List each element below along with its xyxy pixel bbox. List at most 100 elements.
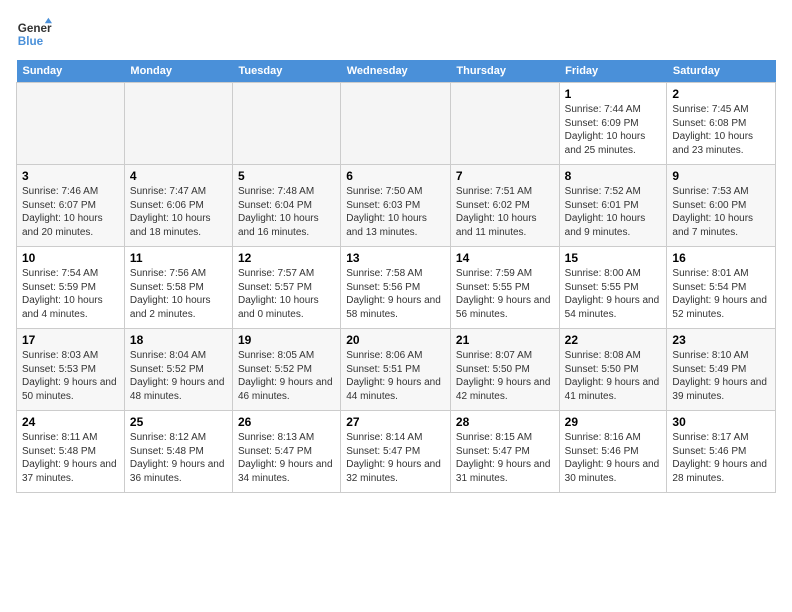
day-info: Sunrise: 7:58 AMSunset: 5:56 PMDaylight:… bbox=[346, 267, 445, 321]
day-number: 28 bbox=[456, 415, 554, 429]
calendar-day bbox=[233, 83, 341, 165]
day-info: Sunrise: 7:56 AMSunset: 5:58 PMDaylight:… bbox=[130, 267, 227, 321]
day-number: 6 bbox=[346, 169, 445, 183]
day-info: Sunrise: 8:13 AMSunset: 5:47 PMDaylight:… bbox=[238, 431, 335, 485]
calendar-day: 9 Sunrise: 7:53 AMSunset: 6:00 PMDaylight… bbox=[667, 165, 776, 247]
day-number: 18 bbox=[130, 333, 227, 347]
logo: General Blue bbox=[16, 16, 52, 52]
calendar-day: 16 Sunrise: 8:01 AMSunset: 5:54 PMDayligh… bbox=[667, 247, 776, 329]
weekday-header-monday: Monday bbox=[124, 60, 232, 83]
calendar-day: 25 Sunrise: 8:12 AMSunset: 5:48 PMDayligh… bbox=[124, 411, 232, 493]
weekday-header-sunday: Sunday bbox=[17, 60, 125, 83]
calendar-week-5: 24Sunrise: 8:11 AMSunset: 5:48 PMDayligh… bbox=[17, 411, 776, 493]
calendar-day: 21 Sunrise: 8:07 AMSunset: 5:50 PMDayligh… bbox=[450, 329, 559, 411]
day-number: 17 bbox=[22, 333, 119, 347]
calendar-table: SundayMondayTuesdayWednesdayThursdayFrid… bbox=[16, 60, 776, 493]
day-info: Sunrise: 7:48 AMSunset: 6:04 PMDaylight:… bbox=[238, 185, 335, 239]
day-info: Sunrise: 7:59 AMSunset: 5:55 PMDaylight:… bbox=[456, 267, 554, 321]
day-number: 27 bbox=[346, 415, 445, 429]
header: General Blue bbox=[16, 16, 776, 52]
day-number: 24 bbox=[22, 415, 119, 429]
day-info: Sunrise: 7:51 AMSunset: 6:02 PMDaylight:… bbox=[456, 185, 554, 239]
calendar-day: 30 Sunrise: 8:17 AMSunset: 5:46 PMDayligh… bbox=[667, 411, 776, 493]
calendar-day: 5 Sunrise: 7:48 AMSunset: 6:04 PMDaylight… bbox=[233, 165, 341, 247]
day-info: Sunrise: 7:53 AMSunset: 6:00 PMDaylight:… bbox=[672, 185, 770, 239]
calendar-day: 7 Sunrise: 7:51 AMSunset: 6:02 PMDaylight… bbox=[450, 165, 559, 247]
day-number: 9 bbox=[672, 169, 770, 183]
day-info: Sunrise: 8:04 AMSunset: 5:52 PMDaylight:… bbox=[130, 349, 227, 403]
day-number: 26 bbox=[238, 415, 335, 429]
calendar-day: 23 Sunrise: 8:10 AMSunset: 5:49 PMDayligh… bbox=[667, 329, 776, 411]
day-number: 29 bbox=[565, 415, 662, 429]
day-info: Sunrise: 7:45 AMSunset: 6:08 PMDaylight:… bbox=[672, 103, 770, 157]
calendar-day: 22 Sunrise: 8:08 AMSunset: 5:50 PMDayligh… bbox=[559, 329, 667, 411]
day-number: 7 bbox=[456, 169, 554, 183]
calendar-day: 10 Sunrise: 7:54 AMSunset: 5:59 PMDayligh… bbox=[17, 247, 125, 329]
day-number: 10 bbox=[22, 251, 119, 265]
calendar-day bbox=[450, 83, 559, 165]
calendar-week-1: 1 Sunrise: 7:44 AMSunset: 6:09 PMDaylight… bbox=[17, 83, 776, 165]
day-info: Sunrise: 7:46 AMSunset: 6:07 PMDaylight:… bbox=[22, 185, 119, 239]
day-number: 30 bbox=[672, 415, 770, 429]
day-number: 1 bbox=[565, 87, 662, 101]
day-info: Sunrise: 8:05 AMSunset: 5:52 PMDaylight:… bbox=[238, 349, 335, 403]
calendar-day: 6 Sunrise: 7:50 AMSunset: 6:03 PMDaylight… bbox=[341, 165, 451, 247]
day-number: 20 bbox=[346, 333, 445, 347]
calendar-day: 11 Sunrise: 7:56 AMSunset: 5:58 PMDayligh… bbox=[124, 247, 232, 329]
day-number: 3 bbox=[22, 169, 119, 183]
calendar-day: 27 Sunrise: 8:14 AMSunset: 5:47 PMDayligh… bbox=[341, 411, 451, 493]
day-info: Sunrise: 8:03 AMSunset: 5:53 PMDaylight:… bbox=[22, 349, 119, 403]
calendar-day: 24Sunrise: 8:11 AMSunset: 5:48 PMDayligh… bbox=[17, 411, 125, 493]
calendar-day: 28 Sunrise: 8:15 AMSunset: 5:47 PMDayligh… bbox=[450, 411, 559, 493]
logo-icon: General Blue bbox=[16, 16, 52, 52]
calendar-day: 3 Sunrise: 7:46 AMSunset: 6:07 PMDaylight… bbox=[17, 165, 125, 247]
day-info: Sunrise: 8:06 AMSunset: 5:51 PMDaylight:… bbox=[346, 349, 445, 403]
day-number: 8 bbox=[565, 169, 662, 183]
weekday-header-row: SundayMondayTuesdayWednesdayThursdayFrid… bbox=[17, 60, 776, 83]
calendar-day: 19Sunrise: 8:05 AMSunset: 5:52 PMDayligh… bbox=[233, 329, 341, 411]
calendar-day: 8 Sunrise: 7:52 AMSunset: 6:01 PMDaylight… bbox=[559, 165, 667, 247]
calendar-day: 2 Sunrise: 7:45 AMSunset: 6:08 PMDaylight… bbox=[667, 83, 776, 165]
calendar-week-4: 17 Sunrise: 8:03 AMSunset: 5:53 PMDayligh… bbox=[17, 329, 776, 411]
day-info: Sunrise: 8:08 AMSunset: 5:50 PMDaylight:… bbox=[565, 349, 662, 403]
calendar-day: 13 Sunrise: 7:58 AMSunset: 5:56 PMDayligh… bbox=[341, 247, 451, 329]
day-number: 2 bbox=[672, 87, 770, 101]
calendar-day: 29 Sunrise: 8:16 AMSunset: 5:46 PMDayligh… bbox=[559, 411, 667, 493]
calendar-week-2: 3 Sunrise: 7:46 AMSunset: 6:07 PMDaylight… bbox=[17, 165, 776, 247]
calendar-day bbox=[17, 83, 125, 165]
day-info: Sunrise: 8:00 AMSunset: 5:55 PMDaylight:… bbox=[565, 267, 662, 321]
day-info: Sunrise: 8:14 AMSunset: 5:47 PMDaylight:… bbox=[346, 431, 445, 485]
calendar-day: 26 Sunrise: 8:13 AMSunset: 5:47 PMDayligh… bbox=[233, 411, 341, 493]
day-info: Sunrise: 8:10 AMSunset: 5:49 PMDaylight:… bbox=[672, 349, 770, 403]
day-info: Sunrise: 7:52 AMSunset: 6:01 PMDaylight:… bbox=[565, 185, 662, 239]
weekday-header-thursday: Thursday bbox=[450, 60, 559, 83]
day-info: Sunrise: 7:50 AMSunset: 6:03 PMDaylight:… bbox=[346, 185, 445, 239]
day-info: Sunrise: 7:44 AMSunset: 6:09 PMDaylight:… bbox=[565, 103, 662, 157]
calendar-day bbox=[124, 83, 232, 165]
day-info: Sunrise: 8:12 AMSunset: 5:48 PMDaylight:… bbox=[130, 431, 227, 485]
svg-text:General: General bbox=[18, 22, 52, 35]
calendar-day: 18 Sunrise: 8:04 AMSunset: 5:52 PMDayligh… bbox=[124, 329, 232, 411]
day-info: Sunrise: 8:07 AMSunset: 5:50 PMDaylight:… bbox=[456, 349, 554, 403]
day-number: 12 bbox=[238, 251, 335, 265]
calendar-day: 1 Sunrise: 7:44 AMSunset: 6:09 PMDaylight… bbox=[559, 83, 667, 165]
day-info: Sunrise: 7:57 AMSunset: 5:57 PMDaylight:… bbox=[238, 267, 335, 321]
day-number: 5 bbox=[238, 169, 335, 183]
calendar-day bbox=[341, 83, 451, 165]
calendar-day: 20 Sunrise: 8:06 AMSunset: 5:51 PMDayligh… bbox=[341, 329, 451, 411]
day-info: Sunrise: 8:17 AMSunset: 5:46 PMDaylight:… bbox=[672, 431, 770, 485]
day-info: Sunrise: 7:47 AMSunset: 6:06 PMDaylight:… bbox=[130, 185, 227, 239]
day-info: Sunrise: 8:01 AMSunset: 5:54 PMDaylight:… bbox=[672, 267, 770, 321]
day-number: 23 bbox=[672, 333, 770, 347]
calendar-week-3: 10 Sunrise: 7:54 AMSunset: 5:59 PMDayligh… bbox=[17, 247, 776, 329]
day-number: 21 bbox=[456, 333, 554, 347]
day-number: 16 bbox=[672, 251, 770, 265]
day-number: 11 bbox=[130, 251, 227, 265]
day-number: 13 bbox=[346, 251, 445, 265]
day-info: Sunrise: 8:16 AMSunset: 5:46 PMDaylight:… bbox=[565, 431, 662, 485]
day-info: Sunrise: 7:54 AMSunset: 5:59 PMDaylight:… bbox=[22, 267, 119, 321]
day-number: 22 bbox=[565, 333, 662, 347]
calendar-day: 12 Sunrise: 7:57 AMSunset: 5:57 PMDayligh… bbox=[233, 247, 341, 329]
day-info: Sunrise: 8:15 AMSunset: 5:47 PMDaylight:… bbox=[456, 431, 554, 485]
day-number: 25 bbox=[130, 415, 227, 429]
